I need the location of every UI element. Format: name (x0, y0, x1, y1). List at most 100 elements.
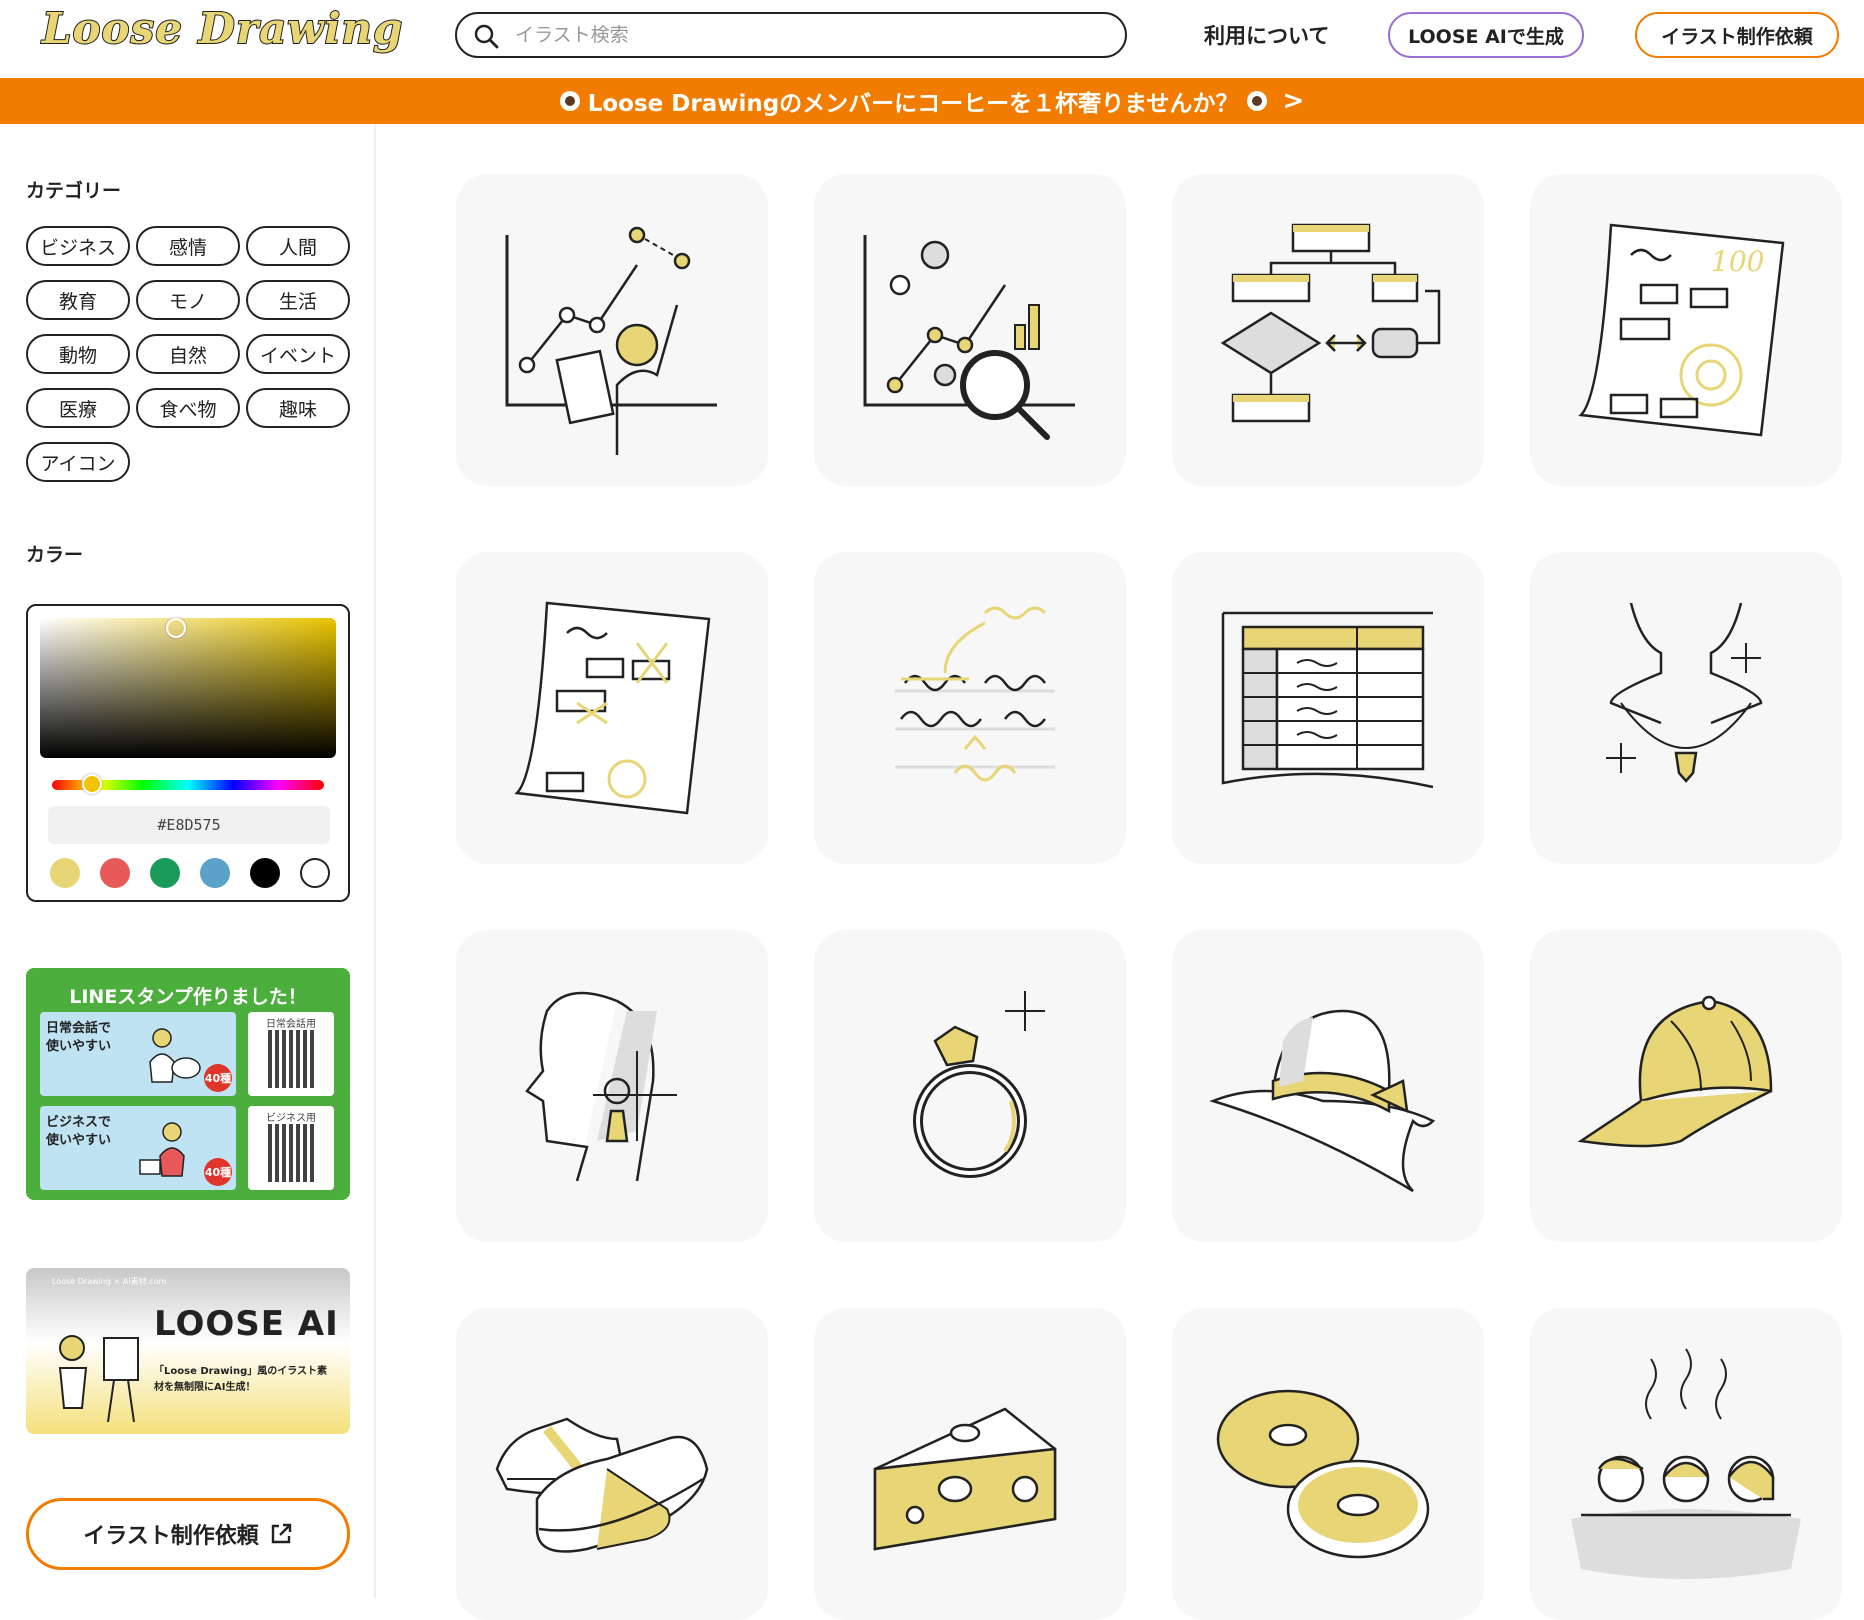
necklace-icon (1606, 602, 1763, 783)
illustration-card[interactable] (814, 930, 1126, 1242)
coffee-icon (1246, 91, 1267, 111)
illustration-card[interactable] (814, 552, 1126, 864)
banner-arrow: > (1282, 86, 1305, 116)
illustration-card[interactable] (814, 174, 1126, 486)
category-tag[interactable]: アイコン (26, 442, 130, 482)
cheese-icon (873, 1407, 1057, 1551)
header: Loose Drawing 利用について LOOSE AIで生成 イラスト制作依… (0, 0, 1864, 78)
color-hex-input[interactable]: #E8D575 (48, 806, 330, 844)
category-tag[interactable]: 生活 (246, 280, 350, 320)
ai-promo-subtitle: 「Loose Drawing」風のイラスト素材を無制限にAI生成！ (154, 1366, 328, 1393)
illustration-card[interactable] (1172, 930, 1484, 1242)
category-tag[interactable]: ビジネス (26, 226, 130, 266)
cap-icon (1577, 995, 1773, 1148)
swatch-red[interactable] (100, 858, 130, 888)
swatch-green[interactable] (150, 858, 180, 888)
search-icon (474, 24, 499, 49)
line-panel-daily: 日常会話で 使いやすい 40種 (40, 1012, 236, 1096)
illustration-card[interactable] (456, 1308, 768, 1620)
illustration-card[interactable] (1172, 174, 1484, 486)
search-bar[interactable] (455, 12, 1127, 58)
ring-icon (913, 991, 1045, 1178)
illustration-card[interactable] (456, 552, 768, 864)
flowchart-icon (1220, 223, 1441, 423)
illustration-grid: 100 (456, 174, 1842, 1620)
table-sheet-icon (1221, 611, 1434, 789)
business-person-icon (139, 1122, 185, 1177)
banner-text: Loose Drawingのメンバーにコーヒーを１杯奢りませんか？ (587, 91, 1239, 117)
illustration-request-button[interactable]: イラスト制作依頼 (1635, 12, 1839, 58)
qr-code-business[interactable]: ビジネス用 (248, 1106, 334, 1190)
qr-code-icon (268, 1124, 314, 1182)
external-link-icon (271, 1523, 291, 1544)
illustration-card[interactable]: 100 (1530, 174, 1842, 486)
test-paper-marked-icon (514, 601, 711, 815)
hot-spring-icon (1571, 1348, 1801, 1579)
illustration-card[interactable] (1530, 930, 1842, 1242)
swatch-yellow[interactable] (50, 858, 80, 888)
illustration-card[interactable] (456, 930, 768, 1242)
ai-promo-small: Loose Drawing × AI素材.com (52, 1277, 167, 1286)
saturation-handle[interactable] (166, 618, 186, 638)
qr-label: 日常会話用 (266, 1019, 316, 1030)
category-tag[interactable]: 動物 (26, 334, 130, 374)
painter-icon (58, 1335, 139, 1423)
sneakers-icon (495, 1417, 709, 1553)
qr-code-icon (268, 1030, 314, 1088)
illustration-request-big-button[interactable]: イラスト制作依頼 (26, 1498, 350, 1570)
illustration-card[interactable] (1172, 1308, 1484, 1620)
swatch-black[interactable] (250, 858, 280, 888)
illustration-card[interactable] (1530, 552, 1842, 864)
search-input[interactable] (515, 22, 1105, 48)
color-picker: #E8D575 (26, 604, 350, 902)
category-tag[interactable]: 食べ物 (136, 388, 240, 428)
category-tags: ビジネス 感情 人間 教育 モノ 生活 動物 自然 イベント 医療 食べ物 趣味… (26, 226, 356, 482)
nav-about-link[interactable]: 利用について (1204, 20, 1329, 50)
line-stamp-promo[interactable]: LINEスタンプ作りました！ 日常会話で 使いやすい 40種 日常会話用 ビジネ… (26, 968, 350, 1200)
stamp-count-badge: 40種 (204, 1064, 232, 1092)
category-tag[interactable]: 感情 (136, 226, 240, 266)
hue-slider-handle[interactable] (82, 774, 102, 794)
line-panel-text: 日常会話で 使いやすい (46, 1021, 112, 1054)
data-analysis-icon (863, 235, 1075, 440)
category-tag[interactable]: イベント (246, 334, 350, 374)
category-tag[interactable]: 人間 (246, 226, 350, 266)
donuts-icon (1216, 1389, 1430, 1559)
stamp-count-badge: 40種 (204, 1158, 232, 1186)
chart-person-icon (505, 226, 717, 455)
qr-label: ビジネス用 (266, 1113, 316, 1124)
svg-text:100: 100 (1711, 245, 1764, 278)
loose-ai-button[interactable]: LOOSE AIで生成 (1388, 12, 1584, 58)
site-logo[interactable]: Loose Drawing (41, 3, 403, 54)
earring-profile-icon (525, 991, 677, 1182)
test-paper-100-icon: 100 (1578, 223, 1785, 437)
ai-promo-title: LOOSE AI (154, 1304, 339, 1344)
category-tag[interactable]: 趣味 (246, 388, 350, 428)
category-tag[interactable]: 教育 (26, 280, 130, 320)
line-panel-business: ビジネスで 使いやすい 40種 (40, 1106, 236, 1190)
category-title: カテゴリー (26, 180, 122, 202)
request-label: イラスト制作依頼 (83, 1524, 259, 1549)
illustration-card[interactable] (814, 1308, 1126, 1620)
illustration-card[interactable] (456, 174, 768, 486)
category-tag[interactable]: モノ (136, 280, 240, 320)
color-swatches (50, 858, 330, 888)
category-tag[interactable]: 医療 (26, 388, 130, 428)
illustration-card[interactable] (1172, 552, 1484, 864)
sidebar: カテゴリー ビジネス 感情 人間 教育 モノ 生活 動物 自然 イベント 医療 … (0, 124, 376, 1599)
cat-person-icon (149, 1028, 201, 1083)
category-tag[interactable]: 自然 (136, 334, 240, 374)
color-title: カラー (26, 544, 84, 566)
qr-code-daily[interactable]: 日常会話用 (248, 1012, 334, 1096)
coffee-banner[interactable]: Loose Drawingのメンバーにコーヒーを１杯奢りませんか？ > (0, 78, 1864, 124)
coffee-icon (559, 91, 580, 111)
saturation-value-area[interactable] (40, 618, 336, 758)
swatch-white[interactable] (300, 858, 330, 888)
loose-ai-promo[interactable]: Loose Drawing × AI素材.com LOOSE AI 「Loose… (26, 1268, 350, 1434)
illustration-card[interactable] (1530, 1308, 1842, 1620)
handwriting-correction-icon (895, 606, 1055, 782)
hat-icon (1209, 1009, 1436, 1193)
line-promo-title: LINEスタンプ作りました！ (69, 986, 307, 1008)
line-panel-text: ビジネスで 使いやすい (46, 1115, 112, 1148)
swatch-blue[interactable] (200, 858, 230, 888)
